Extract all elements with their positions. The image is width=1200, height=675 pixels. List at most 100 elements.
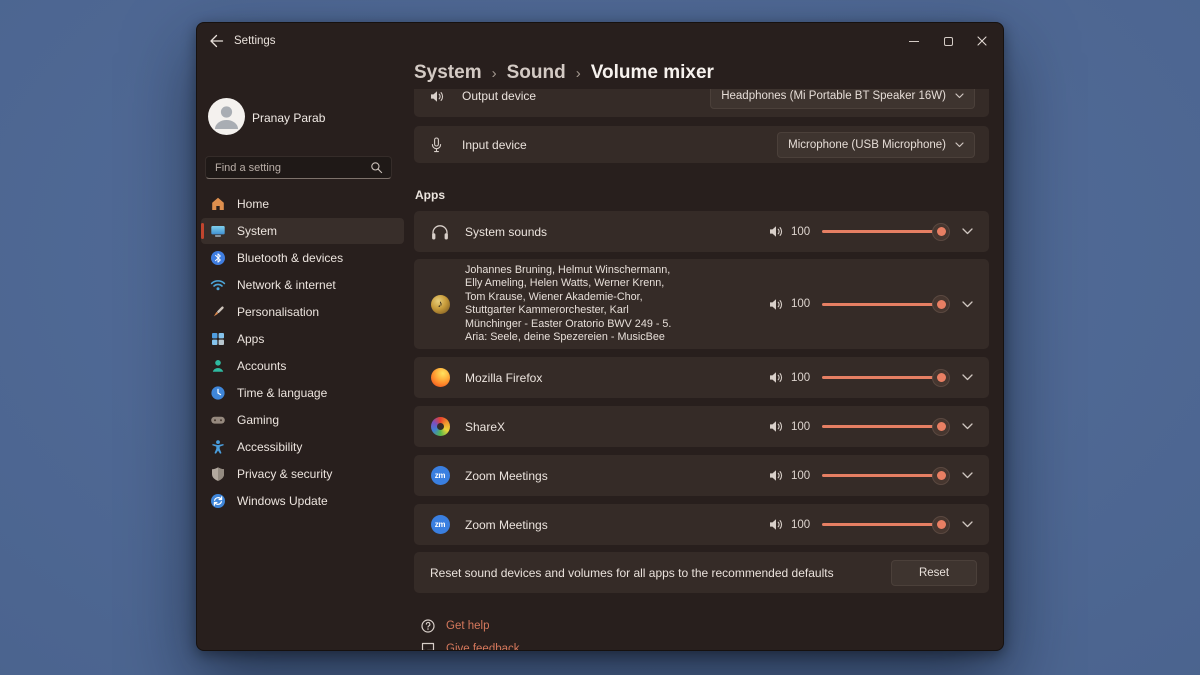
expand-chevron-icon[interactable] (960, 517, 975, 532)
volume-slider[interactable] (822, 369, 948, 387)
app-name: Zoom Meetings (465, 518, 548, 532)
volume-slider[interactable] (822, 223, 948, 241)
sidebar-item-home[interactable]: Home (201, 191, 404, 217)
sidebar-item-gaming[interactable]: Gaming (201, 407, 404, 433)
volume-value: 100 (791, 421, 815, 433)
input-device-label: Input device (462, 138, 527, 152)
give-feedback-link[interactable]: Give feedback (420, 640, 520, 650)
sidebar-nav: Home System Bluetooth & devices Network … (201, 191, 404, 515)
search-input[interactable] (206, 162, 370, 174)
volume-slider[interactable] (822, 516, 948, 534)
breadcrumb-separator: › (492, 64, 497, 82)
app-volume-row-musicbee: ♪ Johannes Bruning, Helmut Winschermann,… (414, 259, 989, 349)
mute-toggle-icon[interactable] (769, 298, 784, 311)
gamepad-icon (210, 412, 226, 428)
title-bar: Settings (197, 23, 1003, 59)
mute-toggle-icon[interactable] (769, 371, 784, 384)
bluetooth-icon (210, 250, 226, 266)
volume-slider[interactable] (822, 418, 948, 436)
sidebar-item-network-internet[interactable]: Network & internet (201, 272, 404, 298)
slider-track (822, 230, 948, 233)
app-volume-row-system-sounds: System sounds 100 (414, 211, 989, 252)
close-button[interactable] (965, 25, 999, 57)
reset-button[interactable]: Reset (891, 560, 977, 586)
mute-toggle-icon[interactable] (769, 420, 784, 433)
output-device-select[interactable]: Headphones (Mi Portable BT Speaker 16W) (710, 89, 975, 109)
back-arrow-icon (209, 34, 224, 48)
app-name: Mozilla Firefox (465, 371, 542, 385)
sidebar-item-windows-update[interactable]: Windows Update (201, 488, 404, 514)
home-icon (210, 196, 226, 212)
slider-thumb[interactable] (932, 467, 950, 485)
back-button[interactable] (204, 29, 228, 53)
content-viewport: Output device Headphones (Mi Portable BT… (414, 89, 1003, 650)
breadcrumb-separator: › (576, 64, 581, 82)
slider-thumb[interactable] (932, 295, 950, 313)
update-icon (210, 493, 226, 509)
maximize-button[interactable] (931, 25, 965, 57)
app-volume-row-firefox: Mozilla Firefox 100 (414, 357, 989, 398)
slider-thumb[interactable] (932, 369, 950, 387)
sidebar-item-personalisation[interactable]: Personalisation (201, 299, 404, 325)
apps-section-header: Apps (415, 188, 445, 202)
zoom-icon: zm (430, 466, 450, 486)
app-volume-row-zoom-1: zm Zoom Meetings 100 (414, 455, 989, 496)
search-icon (370, 161, 383, 174)
search-box (205, 156, 392, 179)
app-name: System sounds (465, 225, 547, 239)
avatar (208, 98, 245, 135)
app-name: ShareX (465, 420, 505, 434)
firefox-icon (430, 368, 450, 388)
musicbee-icon: ♪ (430, 294, 450, 314)
apps-grid-icon (210, 331, 226, 347)
slider-thumb[interactable] (932, 418, 950, 436)
input-device-select[interactable]: Microphone (USB Microphone) (777, 132, 975, 158)
help-icon (420, 618, 436, 634)
volume-value: 100 (791, 226, 815, 238)
chevron-down-icon (955, 93, 964, 99)
accessibility-icon (210, 439, 226, 455)
expand-chevron-icon[interactable] (960, 419, 975, 434)
sidebar-item-time-language[interactable]: Time & language (201, 380, 404, 406)
breadcrumb-system[interactable]: System (414, 62, 482, 84)
slider-track (822, 376, 948, 379)
close-icon (977, 36, 987, 46)
speaker-icon (430, 90, 446, 103)
mute-toggle-icon[interactable] (769, 518, 784, 531)
wifi-icon (210, 277, 226, 293)
sidebar-item-apps[interactable]: Apps (201, 326, 404, 352)
mute-toggle-icon[interactable] (769, 469, 784, 482)
expand-chevron-icon[interactable] (960, 370, 975, 385)
slider-track (822, 425, 948, 428)
volume-slider[interactable] (822, 467, 948, 485)
input-device-row: Input device Microphone (USB Microphone) (414, 126, 989, 163)
reset-description: Reset sound devices and volumes for all … (430, 566, 834, 580)
sidebar-item-accounts[interactable]: Accounts (201, 353, 404, 379)
sidebar-item-accessibility[interactable]: Accessibility (201, 434, 404, 460)
maximize-icon (944, 37, 953, 46)
sidebar-item-privacy-security[interactable]: Privacy & security (201, 461, 404, 487)
accounts-person-icon (210, 358, 226, 374)
expand-chevron-icon[interactable] (960, 224, 975, 239)
breadcrumb-sound[interactable]: Sound (507, 62, 566, 84)
window-title: Settings (234, 35, 276, 47)
sidebar-item-bluetooth-devices[interactable]: Bluetooth & devices (201, 245, 404, 271)
output-device-row: Output device Headphones (Mi Portable BT… (414, 89, 989, 117)
volume-slider[interactable] (822, 295, 948, 313)
sidebar: Pranay Parab Home System Bluetooth & dev… (197, 59, 410, 650)
microphone-icon (430, 137, 446, 153)
app-volume-row-zoom-2: zm Zoom Meetings 100 (414, 504, 989, 545)
profile-name: Pranay Parab (252, 111, 325, 125)
slider-thumb[interactable] (932, 516, 950, 534)
volume-value: 100 (791, 519, 815, 531)
get-help-link[interactable]: Get help (420, 617, 489, 634)
mute-toggle-icon[interactable] (769, 225, 784, 238)
app-name: Zoom Meetings (465, 469, 548, 483)
slider-thumb[interactable] (932, 223, 950, 241)
minimize-button[interactable] (897, 25, 931, 57)
sidebar-item-system[interactable]: System (201, 218, 404, 244)
expand-chevron-icon[interactable] (960, 468, 975, 483)
slider-track (822, 474, 948, 477)
breadcrumb: System › Sound › Volume mixer (414, 62, 714, 84)
expand-chevron-icon[interactable] (960, 297, 975, 312)
